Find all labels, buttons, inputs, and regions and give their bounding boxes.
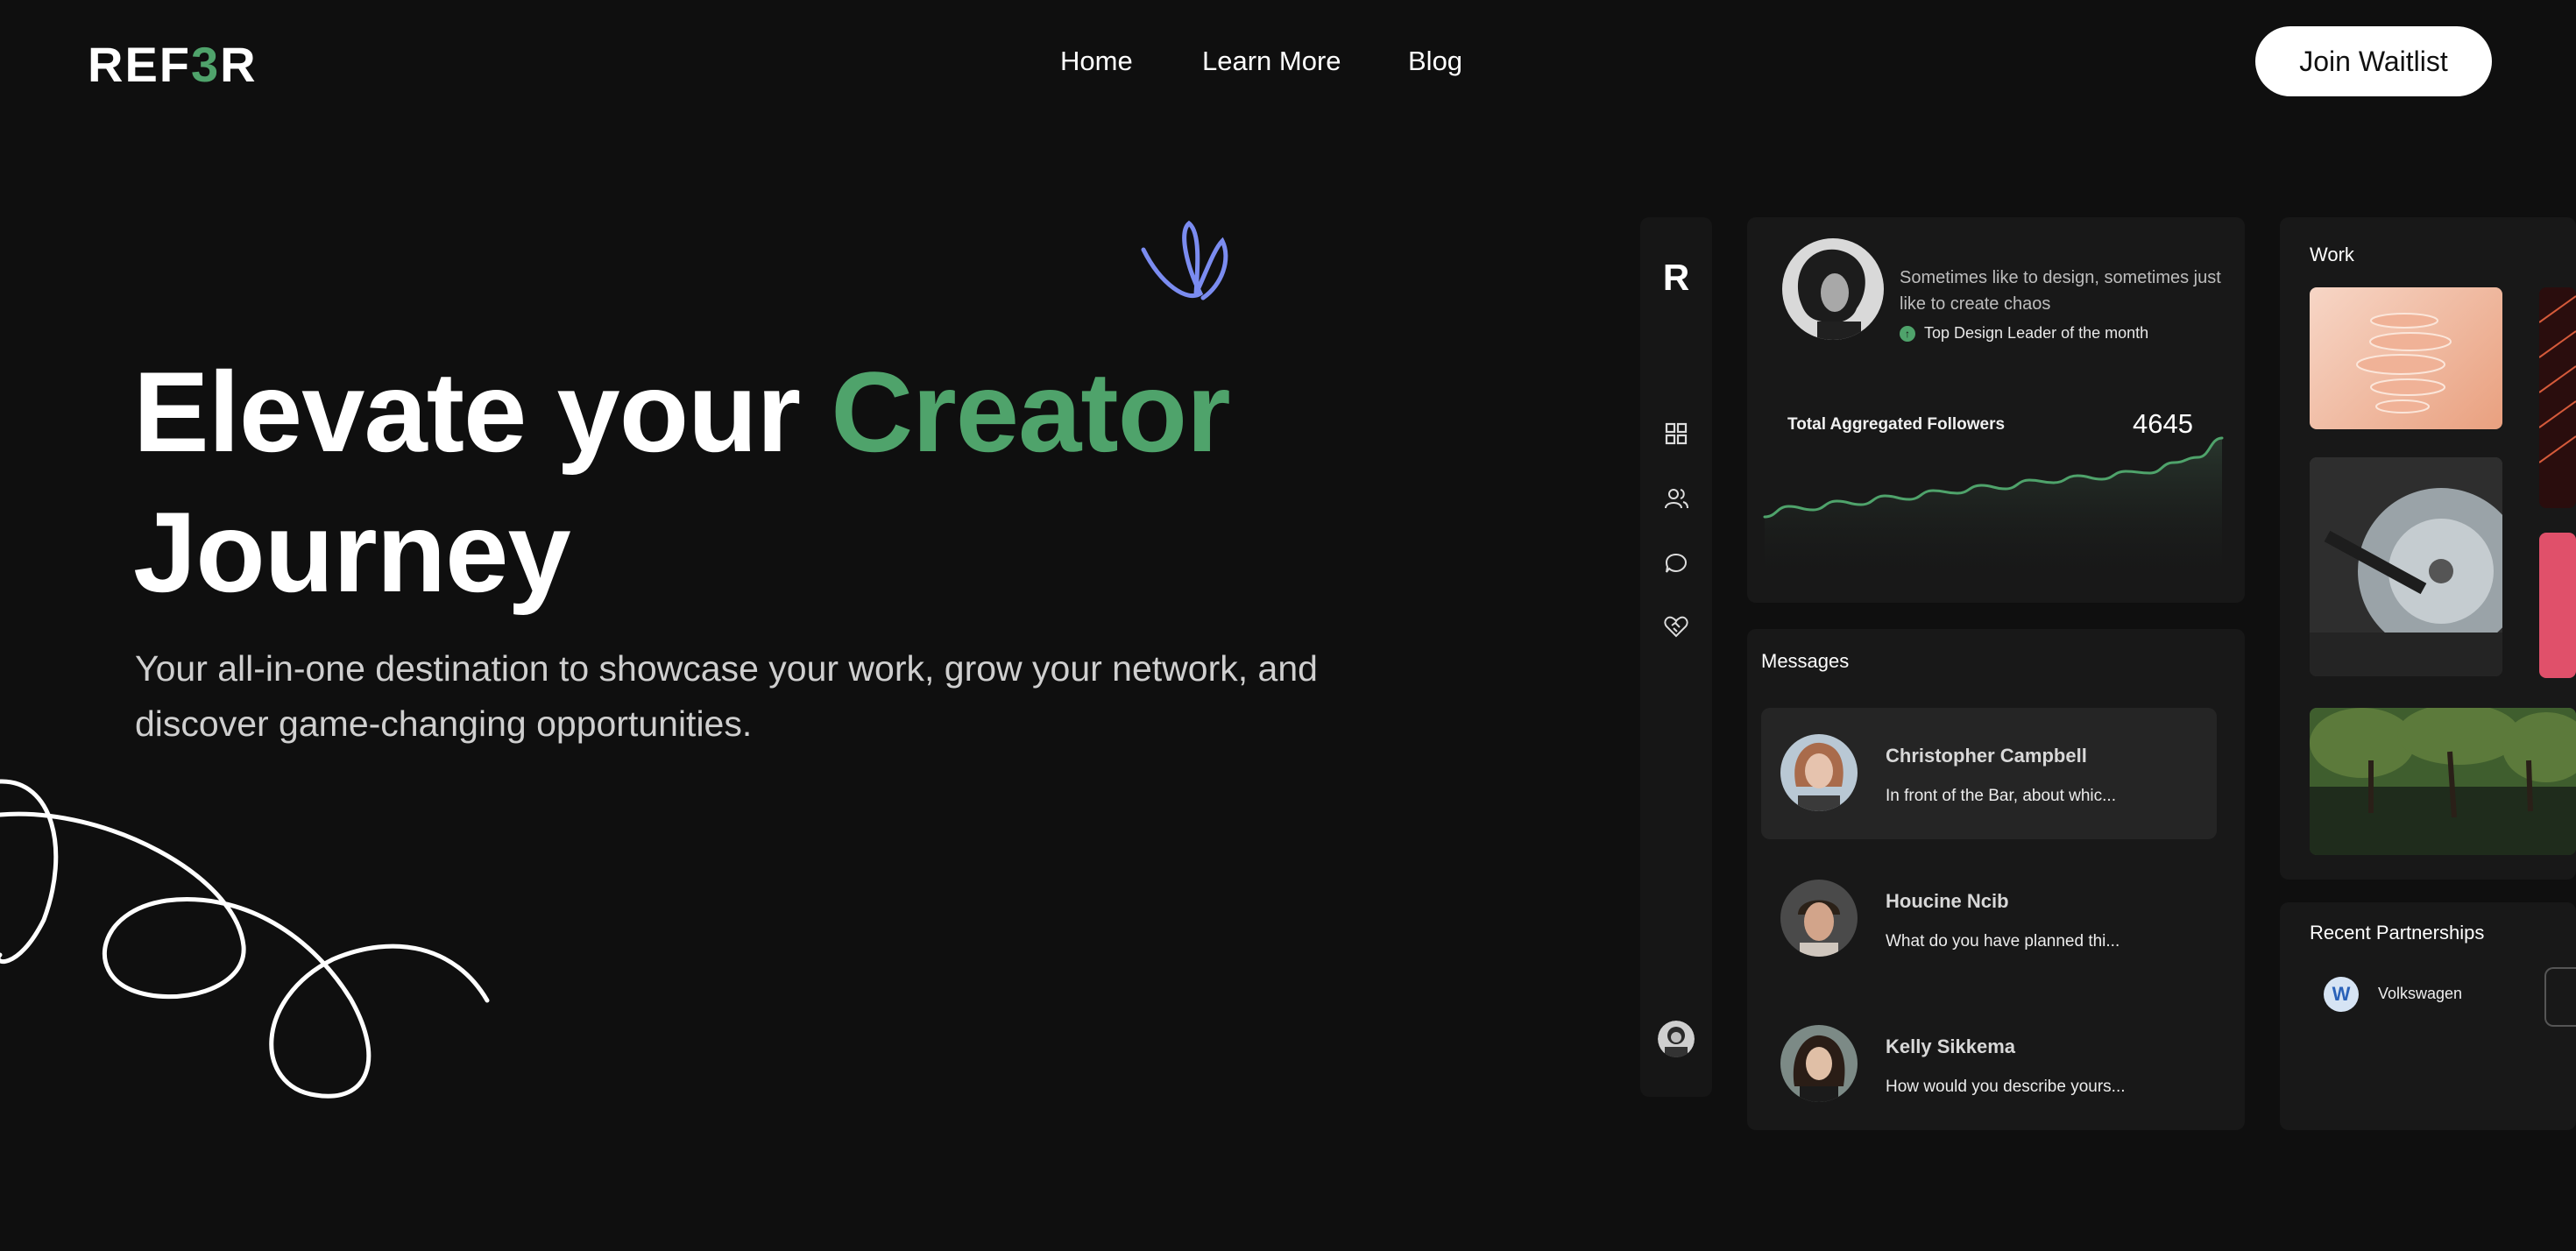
nav-blog-link[interactable]: Blog (1408, 42, 1462, 81)
nav-learn-more-link[interactable]: Learn More (1202, 42, 1341, 81)
chart-point (2076, 474, 2079, 477)
chart-point (2052, 481, 2056, 484)
join-waitlist-button[interactable]: Join Waitlist (2255, 26, 2492, 96)
profile-bio: Sometimes like to design, sometimes just… (1900, 268, 2221, 314)
message-sender: Kelly Sikkema (1886, 1035, 2015, 1057)
chart-point (1787, 505, 1790, 508)
brand-logo[interactable]: REF3R (88, 39, 258, 91)
message-sender: Houcine Ncib (1886, 890, 2009, 912)
chart-point (2124, 470, 2127, 473)
chart-point (2172, 461, 2176, 464)
followers-chart (1763, 436, 2224, 587)
profile-badge-label: Top Design Leader of the month (1924, 324, 2149, 342)
chart-point (1907, 498, 1911, 501)
grid-icon[interactable] (1660, 417, 1693, 450)
chart-point (1811, 508, 1815, 512)
hero-title: Elevate your Creator Journey (133, 342, 1231, 622)
nav-home-link[interactable]: Home (1060, 42, 1133, 81)
chart-point (1956, 491, 1959, 495)
sidebar-logo[interactable]: R (1660, 257, 1693, 298)
chart-point (2100, 477, 2104, 481)
chart-point (2220, 436, 2224, 440)
work-thumbnail[interactable] (2310, 457, 2502, 676)
doodle-sparkle-icon (1141, 220, 1228, 300)
message-item[interactable]: Christopher Campbell In front of the Bar… (1761, 708, 2217, 839)
hero-subtitle-line2: discover game-changing opportunities. (135, 703, 753, 744)
message-preview: In front of the Bar, about whic... (1886, 787, 2116, 805)
chat-icon[interactable] (1660, 547, 1693, 580)
arrow-up-icon: ↑ (1900, 325, 1915, 342)
work-thumbnail[interactable] (2310, 708, 2576, 855)
hero-title-end: Journey (133, 488, 571, 616)
chart-point (2004, 487, 2007, 491)
messages-title: Messages (1761, 650, 1850, 672)
chart-point (1979, 484, 1983, 487)
message-item[interactable]: Houcine Ncib What do you have planned th… (1761, 853, 2217, 985)
work-thumbnail[interactable] (2539, 287, 2576, 508)
work-thumbnail[interactable] (2310, 287, 2502, 429)
message-preview: How would you describe yours... (1886, 1078, 2126, 1096)
chart-point (1763, 515, 1766, 519)
chart-point (2197, 456, 2200, 459)
logo-part-a: REF (88, 37, 191, 92)
users-icon[interactable] (1660, 482, 1693, 515)
chart-point (1883, 494, 1886, 498)
hero-title-accent: Creator (831, 348, 1230, 476)
message-preview: What do you have planned thi... (1886, 932, 2120, 951)
heart-handshake-icon[interactable] (1660, 610, 1693, 643)
logo-part-accent: 3 (191, 37, 221, 92)
followers-area (1765, 438, 2222, 587)
chart-point (2148, 471, 2152, 475)
profile-avatar[interactable] (1782, 238, 1884, 340)
user-avatar[interactable] (1658, 1021, 1695, 1057)
message-item[interactable]: Kelly Sikkema How would you describe you… (1761, 999, 2217, 1130)
chart-point (1859, 503, 1863, 506)
hero-subtitle: Your all-in-one destination to showcase … (135, 641, 1397, 752)
logo-part-c: R (220, 37, 258, 92)
volkswagen-logo-icon: W (2324, 977, 2359, 1012)
work-thumbnail[interactable] (2539, 533, 2576, 678)
partnerships-title: Recent Partnerships (2310, 922, 2485, 944)
chart-point (1835, 499, 1838, 503)
dashboard-sidebar: R (1640, 217, 1712, 1097)
hero-title-start: Elevate your (133, 348, 832, 476)
squiggle-doodle-icon (0, 779, 490, 1099)
partner-name[interactable]: Volkswagen (2378, 985, 2462, 1003)
profile-badge: ↑ Top Design Leader of the month (1900, 324, 2148, 343)
message-avatar (1780, 880, 1858, 957)
message-avatar (1780, 1025, 1858, 1102)
hero-subtitle-line1: Your all-in-one destination to showcase … (135, 648, 1318, 689)
message-avatar (1780, 734, 1858, 811)
work-title: Work (2310, 244, 2354, 265)
chart-point (2028, 478, 2031, 482)
partner-chip[interactable] (2544, 967, 2576, 1027)
message-sender: Christopher Campbell (1886, 745, 2087, 767)
chart-point (1931, 489, 1935, 492)
